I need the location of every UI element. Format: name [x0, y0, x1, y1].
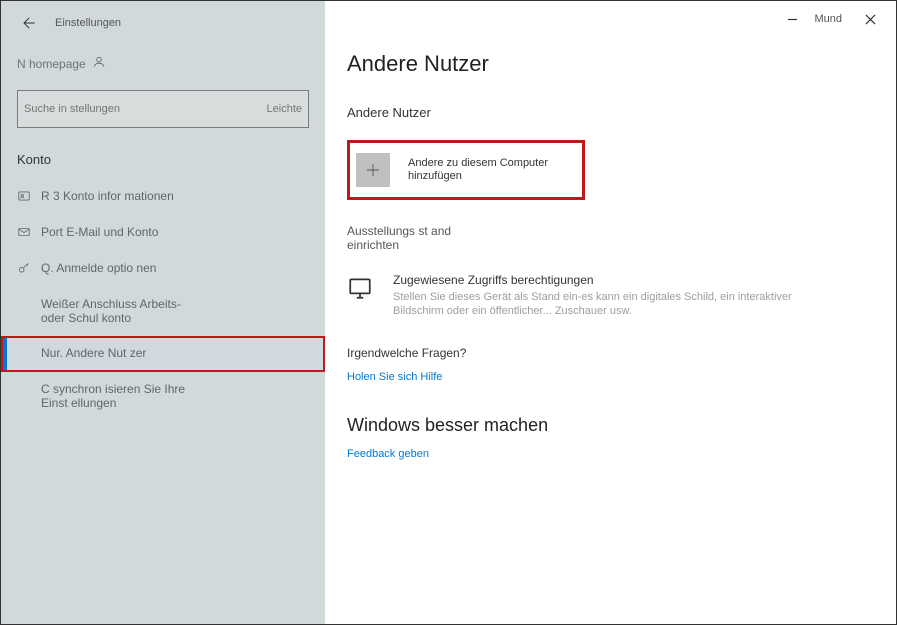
mail-icon	[17, 225, 33, 241]
add-user-button[interactable]: Andere zu diesem Computer hinzufügen	[347, 140, 585, 200]
id-card-icon	[17, 189, 33, 205]
search-hint: Leichte	[267, 103, 302, 115]
settings-sidebar: Einstellungen N homepage Leichte Konto R…	[1, 1, 325, 624]
sync-icon	[17, 382, 33, 398]
sidebar-item-label: C synchron isieren Sie Ihre Einst ellung…	[41, 382, 201, 411]
sidebar-item-label: Port E-Mail und Konto	[41, 225, 158, 239]
add-user-label: Andere zu diesem Computer hinzufügen	[408, 157, 568, 183]
user-block[interactable]: N homepage	[1, 45, 325, 80]
key-icon	[17, 261, 33, 277]
sidebar-topbar: Einstellungen	[1, 1, 325, 45]
settings-title: Einstellungen	[55, 17, 115, 29]
page-title: Andere Nutzer	[347, 51, 874, 77]
assigned-access-button[interactable]: Zugewiesene Zugriffs berechtigungen Stel…	[347, 273, 874, 319]
window-label: Mund	[814, 13, 842, 25]
monitor-icon	[347, 273, 377, 319]
sidebar-item-email-accounts[interactable]: Port E-Mail und Konto	[1, 215, 325, 251]
users-icon	[17, 346, 33, 362]
questions-heading: Irgendwelche Fragen?	[347, 346, 497, 360]
main-panel: Mund Andere Nutzer Andere Nutzer Andere …	[325, 1, 896, 624]
user-label: N homepage	[17, 58, 86, 71]
search-input[interactable]	[24, 103, 263, 115]
plus-icon	[356, 153, 390, 187]
sidebar-section-head: Konto	[1, 128, 325, 179]
user-icon	[92, 55, 106, 74]
help-block: Irgendwelche Fragen? Holen Sie sich Hilf…	[347, 346, 874, 384]
sidebar-item-other-users[interactable]: Nur. Andere Nut zer	[1, 336, 325, 372]
sidebar-item-label: Q. Anmelde optio nen	[41, 261, 156, 275]
sidebar-item-label: Nur. Andere Nut zer	[41, 346, 146, 360]
sidebar-item-account-info[interactable]: R 3 Konto infor mationen	[1, 179, 325, 215]
content-area: Andere Nutzer Andere Nutzer Andere zu di…	[325, 1, 896, 482]
sidebar-item-signin-options[interactable]: Q. Anmelde optio nen	[1, 251, 325, 287]
sidebar-item-sync[interactable]: C synchron isieren Sie Ihre Einst ellung…	[1, 372, 325, 421]
feedback-link[interactable]: Feedback geben	[347, 448, 429, 461]
sidebar-item-label: Weißer Anschluss Arbeits-oder Schul kont…	[41, 297, 201, 326]
back-icon[interactable]	[19, 14, 37, 32]
assigned-access-title: Zugewiesene Zugriffs berechtigungen	[393, 273, 813, 287]
close-button[interactable]	[852, 5, 888, 33]
improve-windows-heading: Windows besser machen	[347, 415, 874, 436]
window-titlebar: Mund	[774, 1, 896, 37]
sidebar-nav: R 3 Konto infor mationen Port E-Mail und…	[1, 179, 325, 421]
sidebar-item-label: R 3 Konto infor mationen	[41, 189, 174, 203]
assigned-access-text: Zugewiesene Zugriffs berechtigungen Stel…	[393, 273, 813, 319]
sidebar-item-work-school[interactable]: Weißer Anschluss Arbeits-oder Schul kont…	[1, 287, 325, 336]
search-input-wrapper[interactable]: Leichte	[17, 90, 309, 128]
other-users-subhead: Andere Nutzer	[347, 105, 874, 120]
briefcase-icon	[17, 297, 33, 313]
minimize-button[interactable]	[774, 5, 810, 33]
kiosk-heading: Ausstellungs st and einrichten	[347, 224, 457, 253]
assigned-access-desc: Stellen Sie dieses Gerät als Stand ein-e…	[393, 290, 813, 319]
get-help-link[interactable]: Holen Sie sich Hilfe	[347, 371, 442, 384]
